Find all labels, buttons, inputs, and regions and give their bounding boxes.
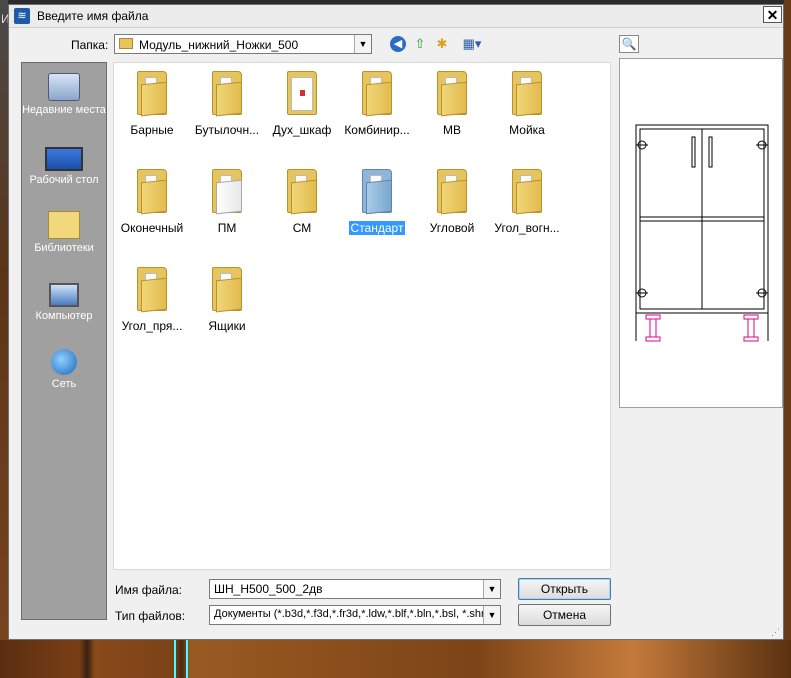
desktop-right-strip [784, 0, 791, 678]
folder-label: СМ [292, 221, 312, 235]
folder-label: Папка: [71, 38, 109, 52]
folder-label: ПМ [217, 221, 237, 235]
filetype-label: Тип файлов: [115, 609, 186, 623]
folder-label: Угол_пря... [121, 319, 183, 333]
folder-item[interactable]: СМ [264, 169, 340, 235]
place-label: Рабочий стол [29, 174, 99, 186]
places-bar: Недавние места Рабочий стол Библиотеки Комп… [21, 62, 107, 620]
libraries-icon [48, 211, 80, 239]
folder-icon [287, 71, 317, 115]
preview-toggle-icon[interactable]: 🔍 [619, 35, 639, 53]
file-dialog: ≋ Введите имя файла ✕ Папка: Модуль_нижн… [8, 4, 784, 640]
network-icon [51, 349, 77, 375]
folder-up-icon[interactable]: ⇧ [411, 35, 429, 53]
folder-label: Стандарт [348, 221, 406, 235]
title-bar[interactable]: ≋ Введите имя файла ✕ [9, 5, 783, 28]
place-label: Библиотеки [34, 242, 94, 254]
folder-icon [137, 71, 167, 117]
new-folder-icon[interactable]: ✱ [433, 35, 451, 53]
back-icon[interactable]: ◀ [390, 36, 406, 52]
folder-icon [287, 169, 317, 215]
place-item[interactable]: Рабочий стол [22, 143, 106, 187]
folder-label: Угловой [429, 221, 475, 235]
filetype-value: Документы (*.b3d,*.f3d,*.fr3d,*.ldw,*.bl… [214, 608, 491, 620]
folder-item[interactable]: Ящики [189, 267, 265, 333]
folder-item[interactable]: Комбинир... [339, 71, 415, 137]
close-button[interactable]: ✕ [763, 6, 782, 23]
filename-value: ШН_Н500_500_2дв [214, 582, 323, 596]
folder-label: Ящики [208, 319, 246, 333]
folder-item[interactable]: Бутылочн... [189, 71, 265, 137]
open-button[interactable]: Открыть [518, 578, 611, 600]
folder-label: Бутылочн... [194, 123, 260, 137]
folder-item[interactable]: Угловой [414, 169, 490, 235]
folder-icon [212, 267, 242, 313]
computer-icon [49, 283, 79, 307]
folder-label: Мойка [509, 123, 545, 137]
folder-label: Комбинир... [344, 123, 410, 137]
app-icon: ≋ [14, 8, 30, 24]
folder-item[interactable]: Стандарт [339, 169, 415, 235]
place-item[interactable]: Недавние места [22, 73, 106, 117]
filename-label: Имя файла: [115, 583, 182, 597]
place-label: Компьютер [35, 310, 93, 322]
folder-item[interactable]: Угол_пря... [114, 267, 190, 333]
folder-item[interactable]: ПМ [189, 169, 265, 235]
folder-item[interactable]: Оконечный [114, 169, 190, 235]
place-label: Сеть [51, 378, 77, 390]
folder-item[interactable]: Угол_вогн... [489, 169, 565, 235]
folder-icon [512, 71, 542, 117]
folder-icon [212, 169, 242, 215]
current-folder: Модуль_нижний_Ножки_500 [139, 38, 299, 52]
desktop-icon [45, 147, 83, 171]
folder-label: МВ [443, 123, 461, 137]
folder-label: Дух_шкаф [272, 123, 332, 137]
place-label: Недавние места [22, 104, 106, 116]
folder-label: Барные [130, 123, 174, 137]
folder-icon [119, 38, 133, 49]
folder-icon [512, 169, 542, 215]
file-list[interactable]: Барные Бутылочн... Дух_шкаф Комбинир... МВ Мо… [113, 62, 611, 570]
chevron-down-icon[interactable]: ▼ [354, 35, 371, 53]
folder-select[interactable]: Модуль_нижний_Ножки_500 ▼ [114, 34, 372, 54]
folder-icon [437, 71, 467, 117]
folder-label: Угол_вогн... [494, 221, 560, 235]
cancel-button[interactable]: Отмена [518, 604, 611, 626]
folder-item[interactable]: Барные [114, 71, 190, 137]
desktop-bottom-strip [0, 640, 791, 678]
recent-places-icon [48, 73, 80, 101]
background-line [174, 640, 176, 678]
cabinet-preview [635, 124, 769, 342]
filename-input[interactable]: ШН_Н500_500_2дв ▼ [209, 579, 501, 599]
folder-icon [362, 71, 392, 117]
folder-item[interactable]: МВ [414, 71, 490, 137]
folder-icon [362, 169, 392, 215]
folder-item[interactable]: Мойка [489, 71, 565, 137]
folder-item[interactable]: Дух_шкаф [264, 71, 340, 137]
view-menu-icon[interactable]: ▦▾ [459, 35, 485, 53]
resize-grip-icon[interactable]: ⋰ [771, 627, 781, 637]
chevron-down-icon[interactable]: ▼ [483, 606, 500, 624]
filetype-select[interactable]: Документы (*.b3d,*.f3d,*.fr3d,*.ldw,*.bl… [209, 605, 501, 625]
preview-pane [619, 58, 783, 408]
place-item[interactable]: Компьютер [22, 279, 106, 323]
folder-label: Оконечный [120, 221, 184, 235]
folder-icon [137, 267, 167, 313]
folder-icon [137, 169, 167, 215]
chevron-down-icon[interactable]: ▼ [483, 580, 500, 598]
place-item[interactable]: Библиотеки [22, 211, 106, 255]
place-item[interactable]: Сеть [22, 349, 106, 391]
folder-icon [212, 71, 242, 117]
desktop-left-strip [0, 0, 8, 678]
dialog-title: Введите имя файла [37, 9, 149, 23]
folder-icon [437, 169, 467, 215]
background-line [186, 640, 188, 678]
